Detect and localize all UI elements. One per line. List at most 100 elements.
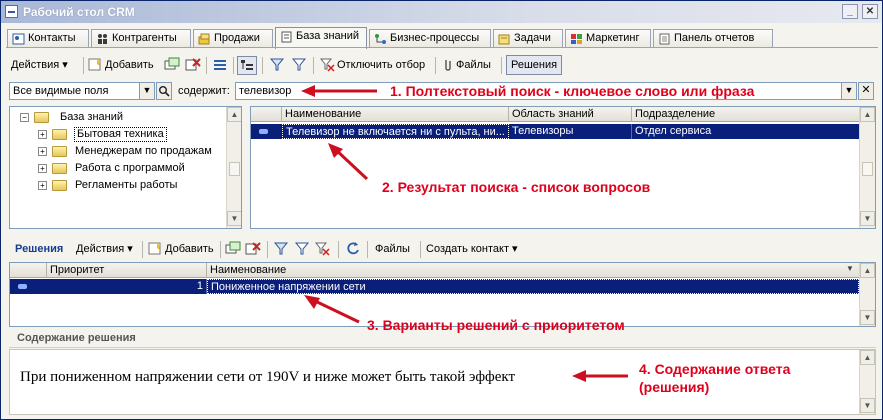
tab-label: Контрагенты xyxy=(112,32,177,44)
expand-icon[interactable]: + xyxy=(38,164,47,173)
annotation-arrow-3 xyxy=(304,295,360,324)
tab-label: Задачи xyxy=(514,32,551,44)
annotation-arrow-1 xyxy=(301,85,377,97)
filter-by-value-icon[interactable] xyxy=(294,241,310,256)
reports-icon xyxy=(659,33,670,45)
title-bar: Рабочий стол CRM _ ✕ xyxy=(1,1,882,23)
questions-scrollbar[interactable]: ▲ ▼ xyxy=(859,107,875,228)
column-header-priority[interactable]: Приоритет xyxy=(47,263,207,278)
column-header-name[interactable]: Наименование xyxy=(282,107,509,122)
scroll-up-icon[interactable]: ▲ xyxy=(860,350,875,365)
filter-sort-icon[interactable] xyxy=(273,241,289,256)
folder-icon xyxy=(52,163,67,174)
tree-scrollbar[interactable]: ▲ ▼ xyxy=(226,107,241,228)
tab-counterparties[interactable]: Контрагенты xyxy=(91,29,191,48)
annotation-1: 1. Полтекстовый поиск - ключевое слово и… xyxy=(390,83,755,99)
copy-icon[interactable] xyxy=(225,241,241,256)
expand-icon[interactable]: + xyxy=(38,147,47,156)
scroll-down-icon[interactable]: ▼ xyxy=(860,310,875,325)
tab-sales[interactable]: Продажи xyxy=(193,29,273,48)
business-process-icon xyxy=(375,34,386,44)
expand-icon[interactable]: + xyxy=(38,181,47,190)
tab-label: Маркетинг xyxy=(586,32,640,44)
contacts-icon xyxy=(12,33,25,45)
table-row[interactable]: 1 Пониженное напряжении сети xyxy=(10,279,859,294)
tab-marketing[interactable]: Маркетинг xyxy=(565,29,651,48)
annotation-4-line1: 4. Содержание ответа xyxy=(639,361,791,377)
scope-dropdown-button[interactable]: ▼ xyxy=(139,82,155,100)
question-department-cell[interactable]: Отдел сервиса xyxy=(632,124,859,139)
folder-icon xyxy=(34,112,49,123)
tab-reports-panel[interactable]: Панель отчетов xyxy=(653,29,773,48)
scroll-up-icon[interactable]: ▲ xyxy=(860,107,875,122)
question-name-cell[interactable]: Телевизор не включается ни с пульта, ни.… xyxy=(282,124,509,139)
add-solution-button[interactable]: Добавить xyxy=(165,241,214,258)
knowledge-base-icon xyxy=(281,31,292,43)
table-row[interactable]: Телевизор не включается ни с пульта, ни.… xyxy=(251,124,859,139)
main-toolbar: Действия ▾ Добавить Отключить отбор Файл… xyxy=(7,54,877,76)
question-area-cell[interactable]: Телевизоры xyxy=(509,124,632,139)
tree-view-toggle[interactable] xyxy=(237,56,257,75)
collapse-icon[interactable]: − xyxy=(20,113,29,122)
tab-tasks[interactable]: Задачи xyxy=(493,29,563,48)
search-scope-field[interactable]: Все видимые поля xyxy=(9,82,155,100)
content-scrollbar[interactable]: ▲ ▼ xyxy=(859,350,875,414)
sort-indicator-icon: ▼ xyxy=(846,264,854,273)
solutions-scrollbar[interactable]: ▲ ▼ xyxy=(859,263,875,326)
delete-icon[interactable] xyxy=(185,57,201,72)
filter-sort-icon[interactable] xyxy=(269,57,285,72)
folder-icon xyxy=(52,180,67,191)
row-marker-icon xyxy=(259,129,268,134)
create-contact-menu[interactable]: Создать контакт ▾ xyxy=(426,241,518,258)
scroll-up-icon[interactable]: ▲ xyxy=(860,263,875,278)
scroll-down-icon[interactable]: ▼ xyxy=(860,398,875,413)
disable-filter-icon xyxy=(319,58,335,72)
tab-label: Контакты xyxy=(28,32,76,44)
solutions-files-button[interactable]: Файлы xyxy=(375,241,410,258)
solutions-toolbar: Решения Действия ▾ Добавить Файлы Создат… xyxy=(7,238,877,260)
scroll-down-icon[interactable]: ▼ xyxy=(227,211,241,226)
solution-priority-cell[interactable]: 1 xyxy=(47,279,207,294)
scroll-up-icon[interactable]: ▲ xyxy=(227,107,241,122)
delete-icon[interactable] xyxy=(245,241,261,256)
search-icon[interactable] xyxy=(156,82,172,100)
counterparties-icon xyxy=(98,34,107,44)
solution-content-area[interactable]: При пониженном напряжении сети от 190V и… xyxy=(9,349,876,415)
copy-icon[interactable] xyxy=(164,57,180,72)
disable-filter-button[interactable]: Отключить отбор xyxy=(337,57,425,74)
tab-business-processes[interactable]: Бизнес-процессы xyxy=(369,29,491,48)
column-header-solution-name[interactable]: Наименование xyxy=(207,263,859,278)
column-header-area[interactable]: Область знаний xyxy=(509,107,632,122)
row-marker-icon xyxy=(18,284,27,289)
files-button[interactable]: Файлы xyxy=(456,57,491,74)
move-to-group-icon[interactable] xyxy=(212,57,228,72)
solutions-actions-menu[interactable]: Действия ▾ xyxy=(76,241,133,258)
filter-by-value-icon[interactable] xyxy=(291,57,307,72)
annotation-4-line2: (решения) xyxy=(639,379,710,395)
solutions-title: Решения xyxy=(15,243,64,255)
solutions-toggle[interactable]: Решения xyxy=(506,55,563,75)
tab-knowledge-base[interactable]: База знаний xyxy=(275,27,367,49)
annotation-arrow-4 xyxy=(572,370,628,382)
scroll-down-icon[interactable]: ▼ xyxy=(860,211,875,226)
disable-filter-icon[interactable] xyxy=(314,241,330,256)
refresh-icon[interactable] xyxy=(345,241,361,256)
add-button[interactable]: Добавить xyxy=(105,57,154,74)
column-header-department[interactable]: Подразделение xyxy=(632,107,859,122)
add-icon xyxy=(88,58,102,71)
clear-search-button[interactable]: ✕ xyxy=(858,82,874,100)
annotation-3: 3. Варианты решений с приоритетом xyxy=(367,317,625,333)
scroll-thumb[interactable] xyxy=(862,162,873,176)
close-button[interactable]: ✕ xyxy=(862,4,878,19)
window-title: Рабочий стол CRM xyxy=(23,5,135,19)
scroll-thumb[interactable] xyxy=(229,162,240,176)
tab-contacts[interactable]: Контакты xyxy=(7,29,89,48)
minimize-button[interactable]: _ xyxy=(842,4,858,19)
search-dropdown-button[interactable]: ▼ xyxy=(841,82,857,100)
actions-menu[interactable]: Действия ▾ xyxy=(11,57,68,74)
questions-header: Наименование Область знаний Подразделени… xyxy=(251,107,859,122)
expand-icon[interactable]: + xyxy=(38,130,47,139)
folder-icon xyxy=(52,129,67,140)
content-section-title: Содержание решения xyxy=(17,332,136,344)
tab-label: Панель отчетов xyxy=(674,32,755,44)
